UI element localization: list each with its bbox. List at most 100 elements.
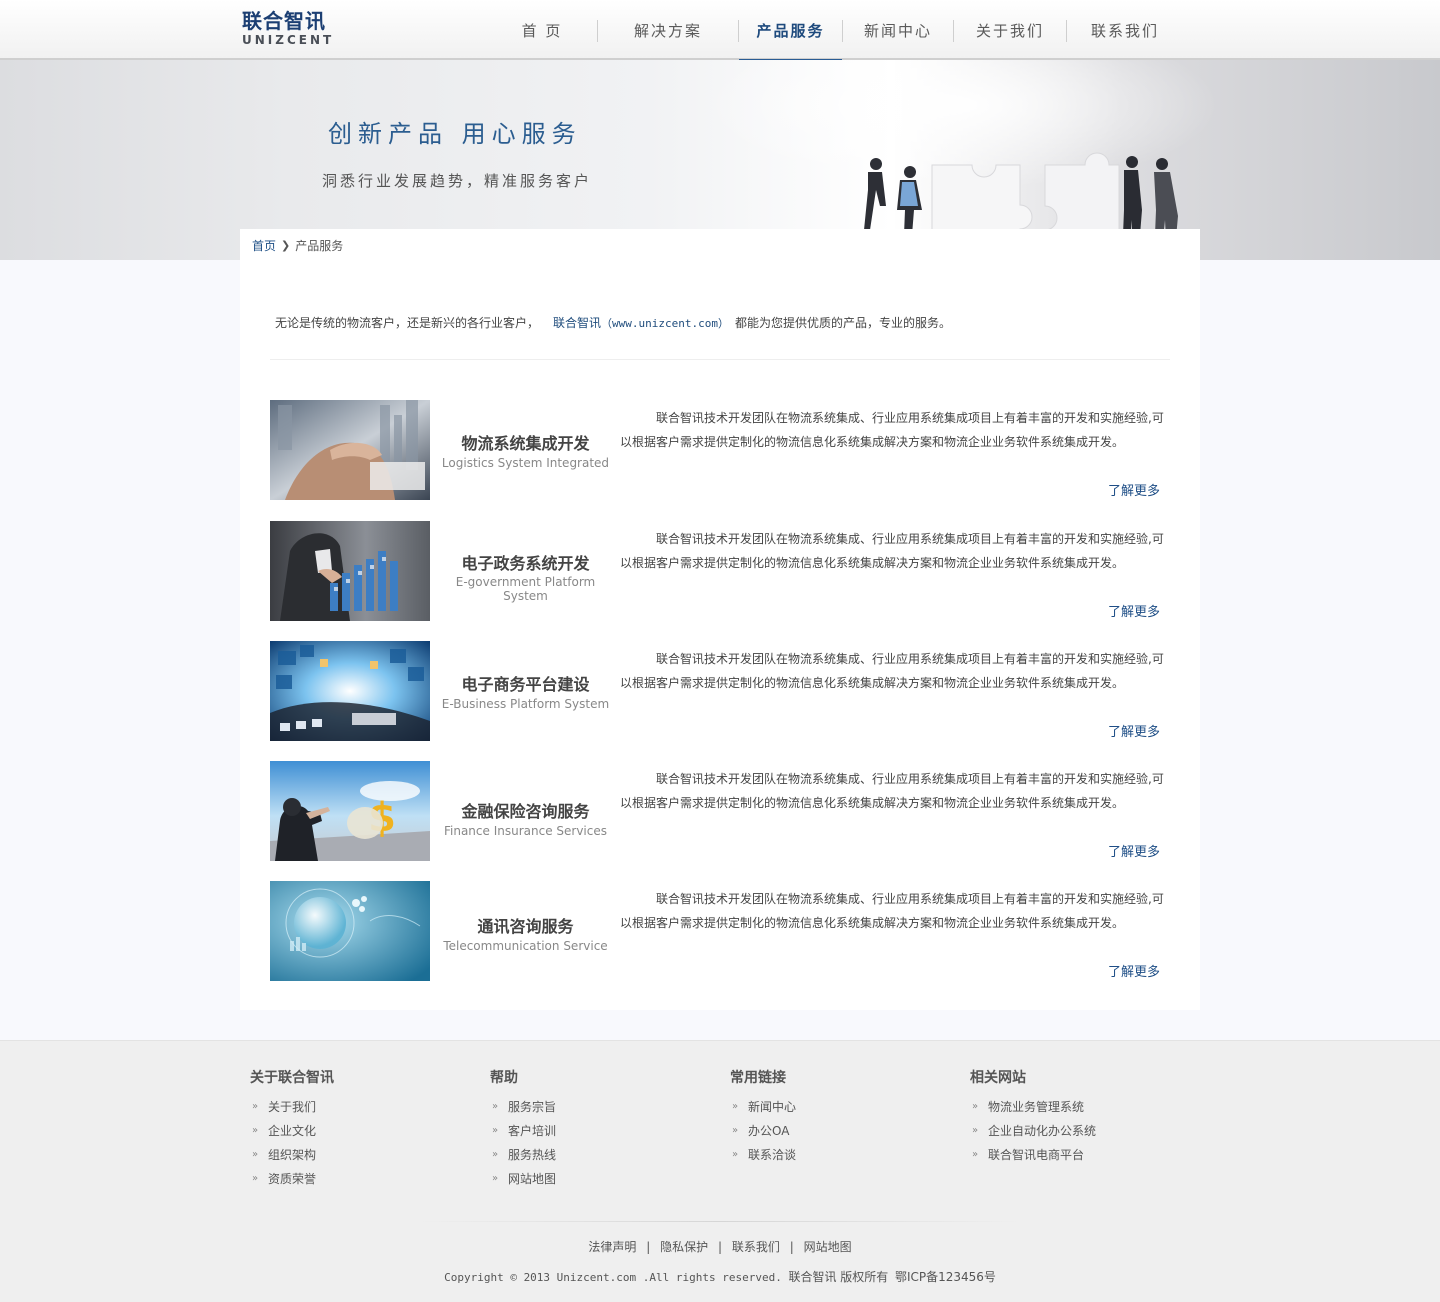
footer-column-title: 常用链接: [730, 1070, 786, 1086]
footer-link[interactable]: » 客户培训: [490, 1119, 556, 1143]
intro-brand-name: 联合智讯: [553, 316, 602, 330]
footer-bottom-links: 法律声明 | 隐私保护 | 联系我们 | 网站地图: [0, 1238, 1440, 1255]
service-subtitle: E-government Platform System: [455, 575, 596, 603]
nav-about[interactable]: 关于我们: [954, 0, 1066, 60]
intro-brand-link[interactable]: 联合智讯（www.unizcent.com）: [553, 316, 729, 330]
double-chevron-icon: »: [492, 1149, 499, 1160]
breadcrumb-home[interactable]: 首页: [252, 237, 276, 254]
footer-column-title: 相关网站: [970, 1070, 1026, 1086]
nav-home[interactable]: 首 页: [487, 0, 597, 60]
service-subtitle: Logistics System Integrated: [441, 456, 610, 470]
service-title: 金融保险咨询服务: [461, 802, 590, 821]
service-thumbnail[interactable]: [270, 881, 430, 981]
service-title: 物流系统集成开发: [461, 434, 590, 453]
footer-column-title: 帮助: [490, 1070, 518, 1086]
main-nav: 首 页 解决方案 产品服务 新闻中心 关于我们 联系我们: [487, 0, 1183, 62]
footer-link[interactable]: » 企业文化: [250, 1119, 334, 1143]
contact-link[interactable]: 联系我们: [732, 1240, 780, 1254]
double-chevron-icon: »: [492, 1173, 499, 1184]
site-logo[interactable]: 联合智讯 UNIZCENT: [242, 10, 334, 48]
service-subtitle: Finance Insurance Services: [443, 824, 607, 838]
footer-link[interactable]: » 办公OA: [730, 1119, 796, 1143]
footer-link-label: 企业自动化办公系统: [988, 1124, 1097, 1138]
service-description: 联合智讯技术开发团队在物流系统集成、行业应用系统集成项目上有着丰富的开发和实施经…: [620, 411, 1164, 449]
service-description: 联合智讯技术开发团队在物流系统集成、行业应用系统集成项目上有着丰富的开发和实施经…: [620, 892, 1164, 930]
service-description: 联合智讯技术开发团队在物流系统集成、行业应用系统集成项目上有着丰富的开发和实施经…: [620, 772, 1164, 810]
copyright: Copyright © 2013 Unizcent.com .All right…: [0, 1268, 1440, 1285]
double-chevron-icon: »: [252, 1101, 259, 1112]
link-separator: |: [646, 1240, 651, 1254]
learn-more-link[interactable]: 了解更多: [1108, 601, 1160, 620]
footer-link[interactable]: » 组织架构: [250, 1143, 334, 1167]
footer-link[interactable]: » 联系洽谈: [730, 1143, 796, 1167]
service-item: 物流系统集成开发 Logistics System Integrated 联合智…: [270, 400, 1170, 500]
footer-link[interactable]: » 联合智讯电商平台: [970, 1143, 1096, 1167]
link-separator: |: [717, 1240, 723, 1254]
nav-solutions[interactable]: 解决方案: [598, 0, 738, 60]
footer-link[interactable]: » 网站地图: [490, 1167, 556, 1191]
double-chevron-icon: »: [492, 1125, 499, 1136]
footer-divider: [420, 1221, 1020, 1222]
footer-link-label: 关于我们: [268, 1100, 317, 1114]
copyright-owner: 联合智讯 版权所有: [788, 1270, 889, 1284]
logo-en: UNIZCENT: [242, 33, 335, 47]
footer-link[interactable]: » 关于我们: [250, 1095, 334, 1119]
footer-column-title: 关于联合智讯: [250, 1070, 334, 1086]
footer-link[interactable]: » 新闻中心: [730, 1095, 796, 1119]
nav-news[interactable]: 新闻中心: [843, 0, 953, 60]
footer-link-label: 联系洽谈: [748, 1148, 797, 1162]
banner-subslogan: 洞悉行业发展趋势，精准服务客户: [322, 172, 593, 190]
service-thumbnail[interactable]: [270, 400, 430, 500]
intro-text: 无论是传统的物流客户，还是新兴的各行业客户， 联合智讯（www.unizcent.…: [275, 314, 951, 331]
intro-brand-url: （www.unizcent.com）: [601, 317, 729, 330]
footer-link-label: 办公OA: [748, 1124, 790, 1138]
footer-link-label: 企业文化: [268, 1124, 317, 1138]
footer-link-label: 服务热线: [508, 1148, 557, 1162]
nav-products[interactable]: 产品服务: [739, 0, 842, 62]
nav-contact[interactable]: 联系我们: [1067, 0, 1183, 60]
logo-cn: 联合智讯: [242, 9, 326, 33]
service-item: 电子商务平台建设 E-Business Platform System 联合智讯…: [270, 641, 1170, 741]
icp-number: 鄂ICP备123456号: [894, 1270, 996, 1284]
footer-link-label: 资质荣誉: [268, 1172, 317, 1186]
footer-link[interactable]: » 服务热线: [490, 1143, 556, 1167]
service-description: 联合智讯技术开发团队在物流系统集成、行业应用系统集成项目上有着丰富的开发和实施经…: [620, 532, 1164, 570]
service-item: 通讯咨询服务 Telecommunication Service 联合智讯技术开…: [270, 881, 1170, 981]
service-title: 电子政务系统开发: [461, 554, 590, 573]
double-chevron-icon: »: [252, 1125, 259, 1136]
privacy-link[interactable]: 隐私保护: [660, 1240, 708, 1254]
double-chevron-icon: »: [732, 1149, 739, 1160]
footer-link[interactable]: » 物流业务管理系统: [970, 1095, 1096, 1119]
service-title: 电子商务平台建设: [461, 675, 590, 694]
double-chevron-icon: »: [732, 1101, 739, 1112]
learn-more-link[interactable]: 了解更多: [1108, 961, 1160, 980]
service-subtitle: Telecommunication Service: [443, 939, 608, 953]
footer-link-label: 新闻中心: [748, 1100, 797, 1114]
learn-more-link[interactable]: 了解更多: [1108, 721, 1160, 740]
site-header: 联合智讯 UNIZCENT 首 页 解决方案 产品服务 新闻中心 关于我们 联系…: [0, 0, 1440, 62]
service-thumbnail[interactable]: $: [270, 761, 430, 861]
sitemap-link[interactable]: 网站地图: [804, 1240, 852, 1254]
footer-link-label: 联合智讯电商平台: [988, 1148, 1085, 1162]
footer-column-related: 相关网站 » 物流业务管理系统 » 企业自动化办公系统 » 联合智讯电商平台: [970, 1067, 1096, 1167]
service-thumbnail[interactable]: [270, 641, 430, 741]
footer-link-label: 客户培训: [508, 1124, 557, 1138]
learn-more-link[interactable]: 了解更多: [1108, 841, 1160, 860]
main-content: 首页 ❯ 产品服务 无论是传统的物流客户，还是新兴的各行业客户， 联合智讯（www…: [240, 229, 1200, 1010]
learn-more-link[interactable]: 了解更多: [1108, 480, 1160, 499]
footer-link[interactable]: » 企业自动化办公系统: [970, 1119, 1096, 1143]
chevron-right-icon: ❯: [281, 239, 291, 252]
double-chevron-icon: »: [732, 1125, 739, 1136]
footer-link[interactable]: » 服务宗旨: [490, 1095, 556, 1119]
footer-link[interactable]: » 资质荣誉: [250, 1167, 334, 1191]
footer-column-about: 关于联合智讯 » 关于我们 » 企业文化 » 组织架构 » 资质荣誉: [250, 1067, 334, 1191]
double-chevron-icon: »: [252, 1149, 259, 1160]
breadcrumb-current: 产品服务: [295, 239, 344, 253]
link-separator: |: [789, 1240, 794, 1254]
footer-column-help: 帮助 » 服务宗旨 » 客户培训 » 服务热线 » 网站地图: [490, 1067, 556, 1191]
service-thumbnail[interactable]: [270, 521, 430, 621]
breadcrumb: 首页 ❯ 产品服务: [252, 237, 343, 254]
legal-link[interactable]: 法律声明: [588, 1240, 636, 1254]
intro-before: 无论是传统的物流客户，还是新兴的各行业客户，: [275, 316, 540, 330]
double-chevron-icon: »: [252, 1173, 259, 1184]
